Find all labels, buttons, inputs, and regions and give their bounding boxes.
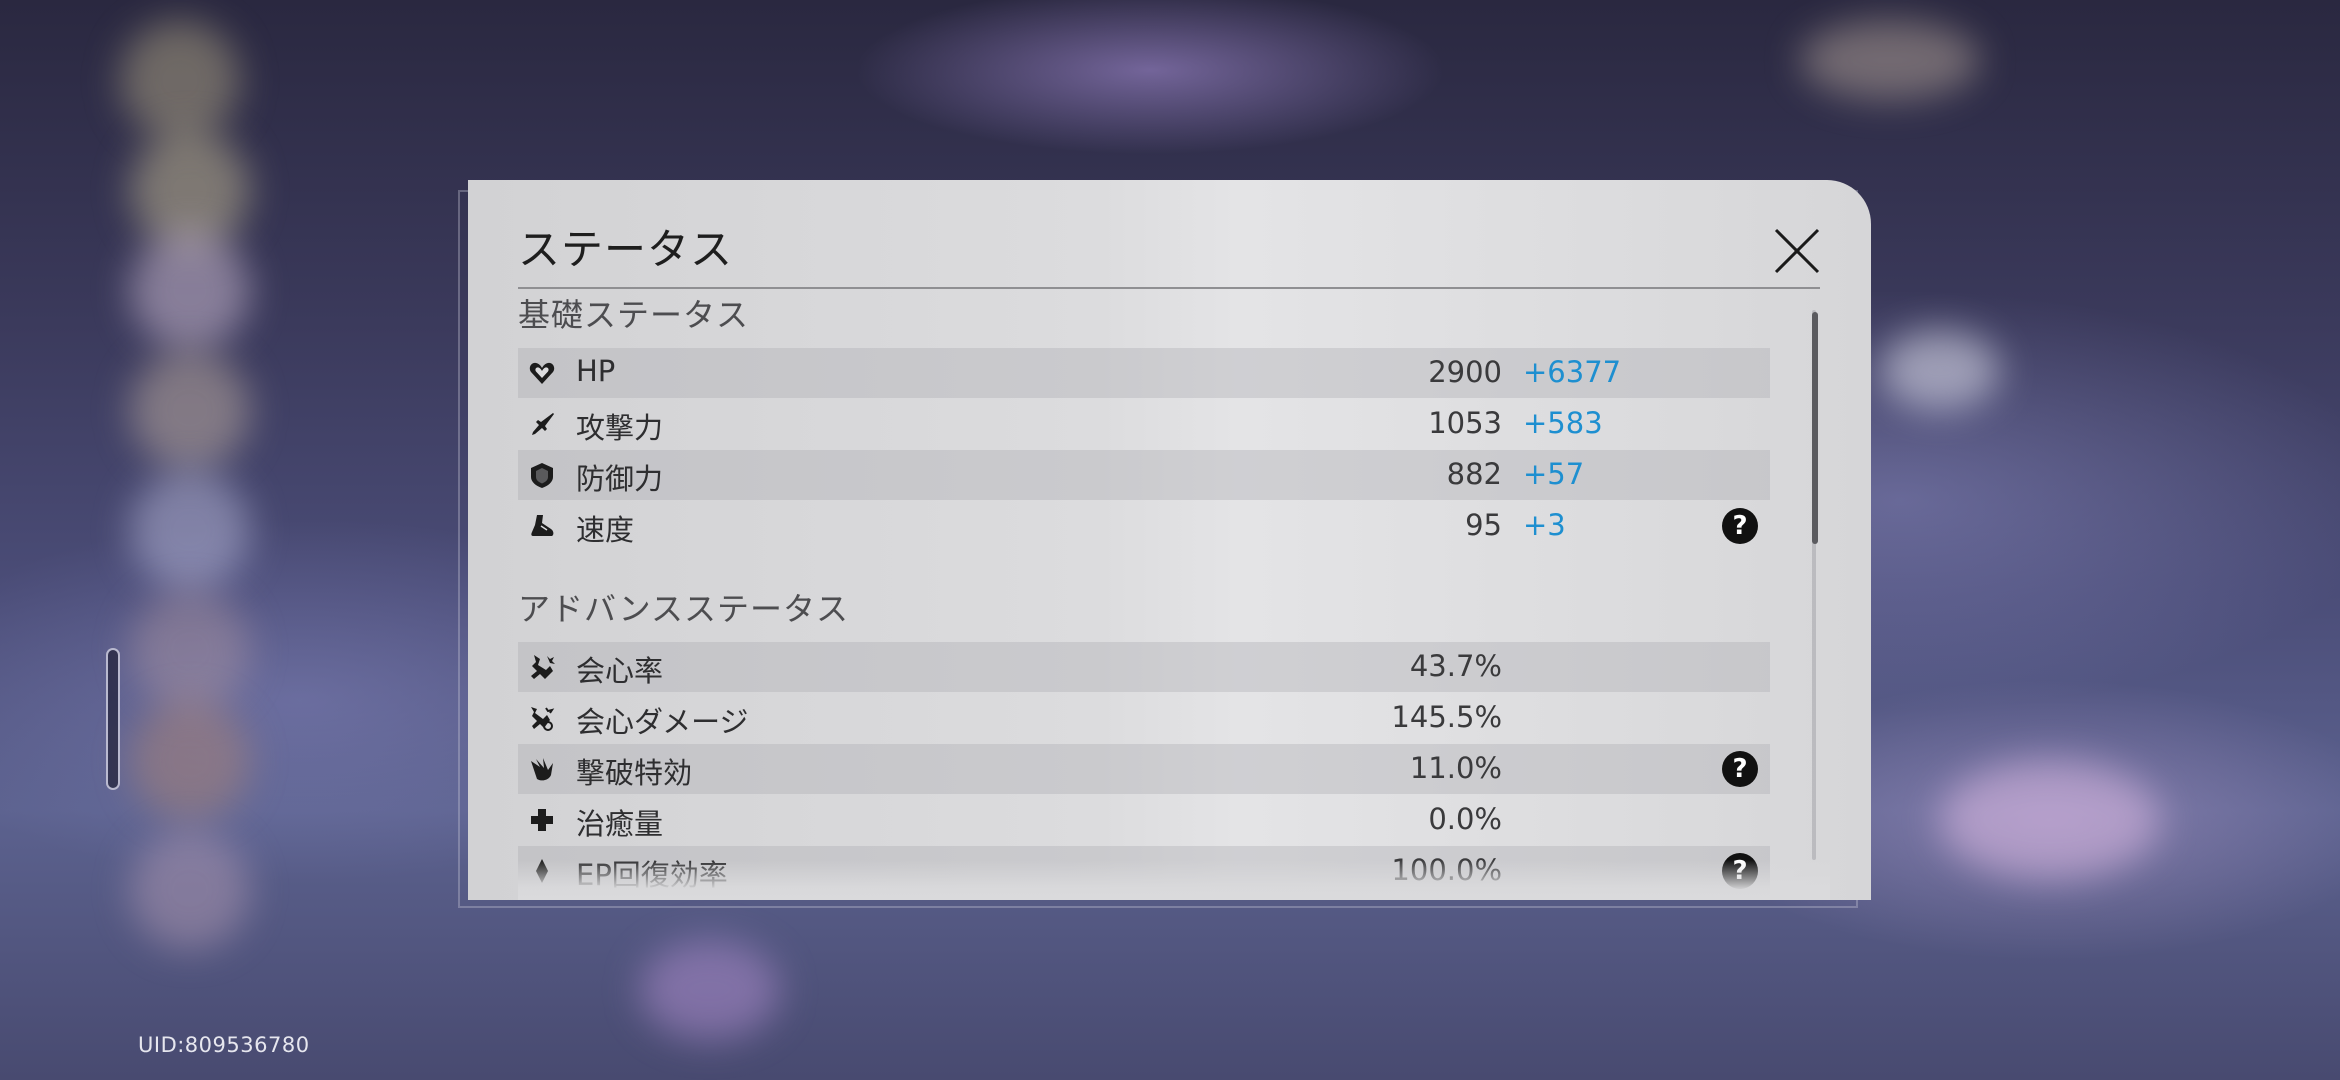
scroll-fade <box>518 860 1830 900</box>
stat-bonus: +57 <box>1523 457 1585 491</box>
section-title-basic: 基礎ステータス <box>518 296 750 334</box>
stat-label: 速度 <box>576 513 635 547</box>
side-scroll-handle[interactable] <box>106 648 120 790</box>
section-title-advanced: アドバンスステータス <box>518 590 849 628</box>
boot-icon <box>531 515 554 536</box>
background-blur <box>130 470 250 590</box>
background-blur <box>640 940 780 1040</box>
stat-label: 会心率 <box>576 654 664 688</box>
stat-row-break-effect: 撃破特効 11.0% ? <box>518 744 1770 794</box>
stat-label: 撃破特効 <box>576 756 693 790</box>
help-button[interactable]: ? <box>1722 508 1758 544</box>
stat-value: 2900 <box>1428 355 1502 389</box>
background-blur <box>1940 760 2160 880</box>
stat-row-hp: HP 2900 +6377 <box>518 348 1770 398</box>
break-effect-icon <box>531 758 553 781</box>
background-blur <box>120 20 240 140</box>
crit-damage-icon <box>531 707 555 731</box>
stat-value: 0.0% <box>1428 802 1502 836</box>
background-blur <box>130 700 250 820</box>
stat-label: HP <box>576 354 616 388</box>
stat-value: 882 <box>1446 457 1502 491</box>
stat-label: 治癒量 <box>576 807 664 841</box>
stat-row-def: 防御力 882 +57 <box>518 450 1770 500</box>
stats-scroll-area[interactable]: 基礎ステータス HP 2900 +6377 攻撃力 1053 +583 防御力 … <box>518 290 1830 900</box>
stat-row-atk: 攻撃力 1053 +583 <box>518 399 1770 449</box>
crit-rate-icon <box>531 655 555 679</box>
stat-value: 1053 <box>1428 406 1502 440</box>
uid-label: UID:809536780 <box>138 1033 310 1057</box>
background-blur <box>130 350 250 470</box>
background-blur <box>130 230 250 350</box>
stat-row-spd: 速度 95 +3 ? <box>518 501 1770 551</box>
stat-row-crit-rate: 会心率 43.7% <box>518 642 1770 692</box>
stat-value: 95 <box>1465 508 1502 542</box>
stat-label: 防御力 <box>576 462 664 496</box>
game-screen: UID:809536780 ステータス 基礎ステータス HP 2900 +637… <box>0 0 2340 1080</box>
status-dialog: ステータス 基礎ステータス HP 2900 +6377 攻撃力 1053 +58… <box>468 180 1871 900</box>
background-blur <box>130 830 250 950</box>
healing-cross-icon <box>531 809 553 831</box>
stat-value: 43.7% <box>1409 649 1502 683</box>
close-button[interactable] <box>1770 224 1824 278</box>
stat-value: 11.0% <box>1409 751 1502 785</box>
title-divider <box>518 287 1820 289</box>
sword-icon <box>532 413 554 435</box>
scrollbar-thumb[interactable] <box>1812 312 1818 544</box>
close-x-icon <box>1774 228 1820 274</box>
stat-label: 会心ダメージ <box>576 705 749 739</box>
stat-row-crit-damage: 会心ダメージ 145.5% <box>518 693 1770 743</box>
stat-row-healing: 治癒量 0.0% <box>518 795 1770 845</box>
stat-bonus: +583 <box>1523 406 1603 440</box>
background-blur <box>1880 330 2000 410</box>
background-blur <box>130 590 250 710</box>
help-button[interactable]: ? <box>1722 751 1758 787</box>
stat-label: 攻撃力 <box>576 411 664 445</box>
stat-value: 145.5% <box>1391 700 1502 734</box>
dialog-title: ステータス <box>518 225 734 274</box>
background-blur <box>1800 20 1980 100</box>
stat-bonus: +3 <box>1523 508 1566 542</box>
heart-icon <box>529 362 555 384</box>
stat-bonus: +6377 <box>1523 355 1622 389</box>
shield-icon <box>531 463 553 488</box>
